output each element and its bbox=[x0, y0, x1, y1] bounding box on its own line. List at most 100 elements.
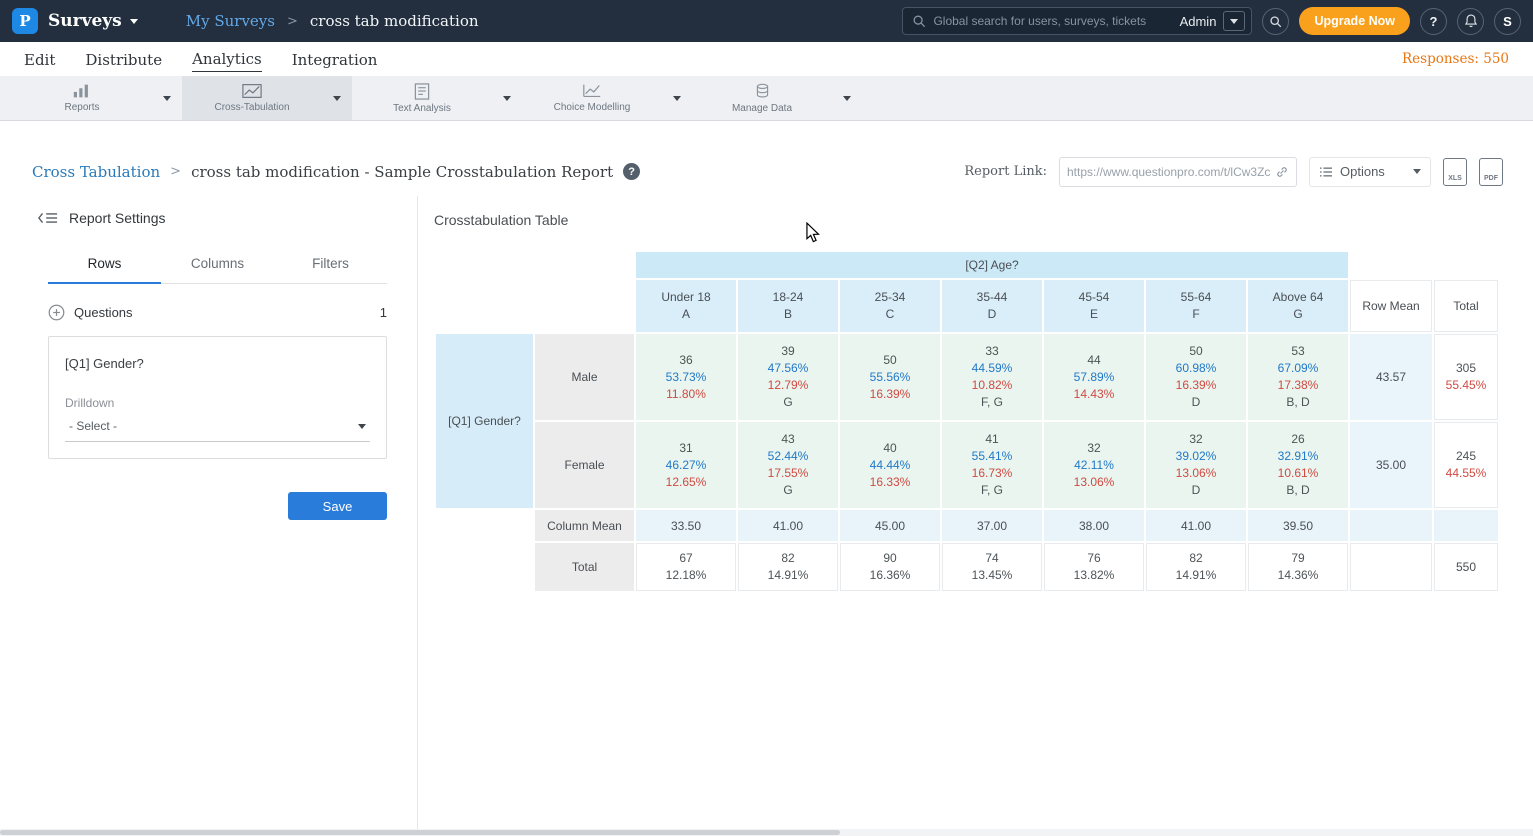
search-scope-dropdown[interactable] bbox=[1223, 11, 1245, 31]
mouse-cursor bbox=[805, 222, 821, 244]
options-dropdown[interactable]: Options bbox=[1309, 157, 1431, 187]
row-total-cell: 305 55.45% bbox=[1434, 334, 1498, 420]
row-total-cell: 245 44.55% bbox=[1434, 422, 1498, 508]
notifications-button[interactable] bbox=[1457, 8, 1484, 35]
total-cell: 79 14.36% bbox=[1248, 543, 1348, 591]
table-row-female: Female 31 46.27% 12.65% 43 52.44% 17.55%… bbox=[436, 422, 1498, 508]
column-header-row: Under 18 A 18-24 B 25-34 C 35-44 D 45-54 bbox=[436, 280, 1498, 332]
product-name[interactable]: Surveys bbox=[48, 11, 122, 31]
breadcrumb-cross-tabulation[interactable]: Cross Tabulation bbox=[32, 163, 160, 181]
column-question-header: [Q2] Age? bbox=[636, 252, 1348, 278]
column-mean-empty-cell bbox=[1434, 510, 1498, 541]
text-analysis-button[interactable]: Text Analysis bbox=[352, 76, 492, 121]
settings-tabs: Rows Columns Filters bbox=[48, 246, 387, 284]
total-cell: 76 13.82% bbox=[1044, 543, 1144, 591]
search-icon bbox=[912, 14, 926, 28]
crosstab-content: Crosstabulation Table [Q2] Age? Under 18… bbox=[418, 196, 1533, 836]
crosstab-table: [Q2] Age? Under 18 A 18-24 B 25-34 C bbox=[434, 250, 1500, 593]
questions-label: Questions bbox=[74, 305, 133, 320]
tab-columns[interactable]: Columns bbox=[161, 246, 274, 283]
search-submit-button[interactable] bbox=[1262, 8, 1289, 35]
drilldown-label: Drilldown bbox=[65, 396, 370, 410]
report-link-label: Report Link: bbox=[964, 164, 1047, 179]
reports-dropdown-caret[interactable] bbox=[152, 96, 182, 101]
spacer-cell bbox=[436, 252, 634, 278]
cross-tabulation-button[interactable]: Cross-Tabulation bbox=[182, 76, 322, 121]
report-header: Cross Tabulation > cross tab modificatio… bbox=[0, 121, 1533, 196]
data-cell: 44 57.89% 14.43% bbox=[1044, 334, 1144, 420]
module-label: Reports bbox=[64, 102, 99, 113]
tab-distribute[interactable]: Distribute bbox=[85, 47, 162, 72]
horizontal-scrollbar[interactable] bbox=[0, 829, 1533, 836]
column-mean-row: Column Mean 33.50 41.00 45.00 37.00 38.0… bbox=[436, 510, 1498, 541]
topbar: P Surveys My Surveys > cross tab modific… bbox=[0, 0, 1533, 42]
cross-tabulation-icon bbox=[242, 83, 262, 99]
report-settings-panel: Report Settings Rows Columns Filters Que… bbox=[0, 196, 418, 836]
row-question-cell: [Q1] Gender? bbox=[436, 334, 533, 508]
cross-tabulation-dropdown-caret[interactable] bbox=[322, 96, 352, 101]
export-pdf-button[interactable]: PDF bbox=[1479, 158, 1503, 186]
choice-modelling-dropdown-caret[interactable] bbox=[662, 96, 692, 101]
module-cross-tabulation: Cross-Tabulation bbox=[182, 76, 352, 120]
product-caret-icon[interactable] bbox=[130, 19, 138, 24]
module-label: Cross-Tabulation bbox=[214, 102, 289, 113]
help-button[interactable]: ? bbox=[1420, 8, 1447, 35]
options-label: Options bbox=[1340, 164, 1385, 179]
data-cell: 36 53.73% 11.80% bbox=[636, 334, 736, 420]
user-avatar[interactable]: S bbox=[1494, 8, 1521, 35]
spacer-cell bbox=[436, 510, 533, 541]
collapse-panel-icon[interactable] bbox=[38, 211, 58, 225]
data-cell: 32 42.11% 13.06% bbox=[1044, 422, 1144, 508]
total-cell: 82 14.91% bbox=[1146, 543, 1246, 591]
topbar-breadcrumb: My Surveys > cross tab modification bbox=[186, 12, 479, 30]
module-label: Manage Data bbox=[732, 103, 792, 114]
survey-nav: Edit Distribute Analytics Integration Re… bbox=[0, 42, 1533, 76]
tab-rows[interactable]: Rows bbox=[48, 246, 161, 284]
tab-edit[interactable]: Edit bbox=[24, 47, 55, 72]
module-text-analysis: Text Analysis bbox=[352, 76, 522, 120]
table-row-male: [Q1] Gender? Male 36 53.73% 11.80% 39 47… bbox=[436, 334, 1498, 420]
tab-analytics[interactable]: Analytics bbox=[192, 46, 262, 72]
total-cell: 67 12.18% bbox=[636, 543, 736, 591]
manage-data-button[interactable]: Manage Data bbox=[692, 76, 832, 121]
export-xls-button[interactable]: XLS bbox=[1443, 158, 1467, 186]
reports-chart-icon bbox=[72, 83, 92, 99]
text-analysis-dropdown-caret[interactable] bbox=[492, 96, 522, 101]
reports-button[interactable]: Reports bbox=[12, 76, 152, 121]
breadcrumb-separator: > bbox=[287, 14, 298, 29]
drilldown-select[interactable]: - Select - bbox=[65, 419, 370, 442]
choice-modelling-button[interactable]: Choice Modelling bbox=[522, 76, 662, 121]
global-search: Admin bbox=[902, 7, 1252, 35]
question-item[interactable]: [Q1] Gender? bbox=[65, 356, 370, 371]
scrollbar-thumb[interactable] bbox=[0, 830, 840, 835]
report-help-icon[interactable]: ? bbox=[623, 163, 640, 180]
total-empty-cell bbox=[1350, 543, 1432, 591]
choice-modelling-icon bbox=[582, 83, 602, 99]
upgrade-now-button[interactable]: Upgrade Now bbox=[1299, 7, 1410, 35]
questionpro-logo[interactable]: P bbox=[12, 8, 38, 34]
report-link-input[interactable] bbox=[1067, 165, 1270, 179]
column-mean-empty-cell bbox=[1350, 510, 1432, 541]
global-search-input[interactable] bbox=[933, 14, 1172, 28]
questions-section-header[interactable]: Questions 1 bbox=[48, 304, 387, 321]
drilldown-selected-value: - Select - bbox=[69, 419, 117, 433]
spacer-cell bbox=[436, 543, 533, 591]
pdf-icon: PDF bbox=[1484, 175, 1498, 182]
list-icon bbox=[1319, 166, 1333, 178]
text-analysis-icon bbox=[414, 83, 430, 100]
row-mean-header: Row Mean bbox=[1350, 280, 1432, 332]
search-scope-label[interactable]: Admin bbox=[1180, 14, 1217, 29]
link-icon[interactable] bbox=[1275, 165, 1289, 179]
data-cell: 50 55.56% 16.39% bbox=[840, 334, 940, 420]
tab-integration[interactable]: Integration bbox=[292, 47, 378, 72]
manage-data-dropdown-caret[interactable] bbox=[832, 96, 862, 101]
crosstab-section-title: Crosstabulation Table bbox=[434, 212, 1533, 228]
col-header-45-54: 45-54 E bbox=[1044, 280, 1144, 332]
save-button[interactable]: Save bbox=[288, 492, 387, 520]
page-title: cross tab modification - Sample Crosstab… bbox=[191, 163, 613, 181]
breadcrumb-my-surveys[interactable]: My Surveys bbox=[186, 12, 275, 30]
plus-circle-icon bbox=[48, 304, 65, 321]
tab-filters[interactable]: Filters bbox=[274, 246, 387, 283]
col-header-35-44: 35-44 D bbox=[942, 280, 1042, 332]
row-label-female: Female bbox=[535, 422, 634, 508]
